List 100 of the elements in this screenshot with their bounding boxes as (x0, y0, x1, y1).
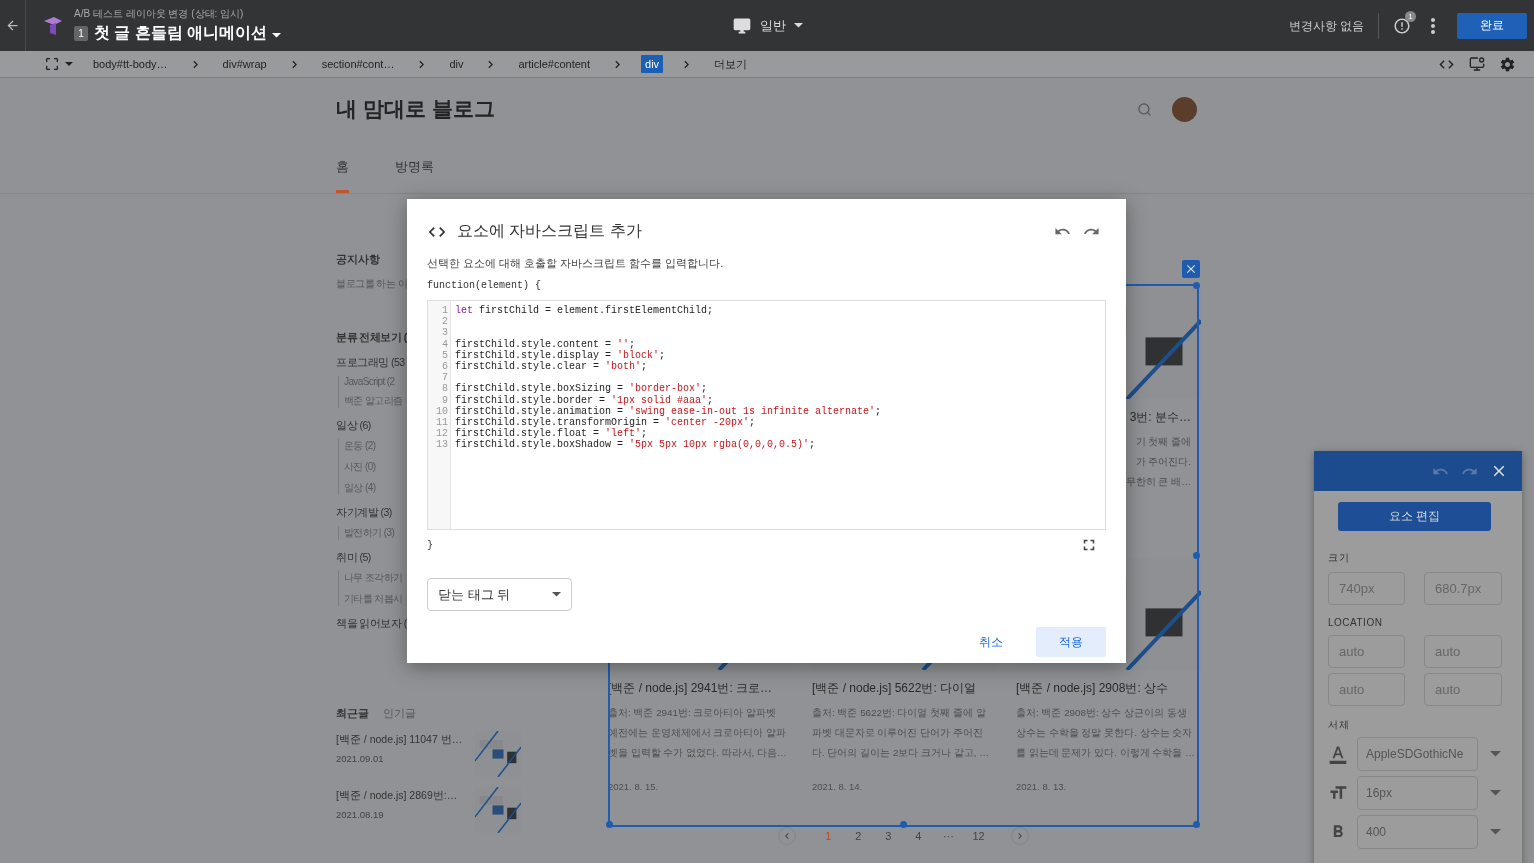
recent-post-link[interactable]: [백준 / node.js] 11047 번… (336, 731, 471, 747)
code-line: firstChild.style.display = 'block'; (455, 349, 667, 361)
view-mode-dropdown[interactable]: 일반 (725, 14, 809, 37)
recent-tab[interactable]: 최근글 (336, 706, 369, 721)
line-number: 4 (442, 338, 449, 350)
resize-handle[interactable] (1193, 821, 1200, 828)
apply-button[interactable]: 적용 (1036, 627, 1106, 657)
alert-button[interactable] (1393, 16, 1411, 35)
logo-icon (42, 14, 64, 37)
breadcrumb-item[interactable]: body#tt-body… (89, 55, 172, 73)
code-line: firstChild.style.float = 'left'; (455, 428, 648, 440)
caret-icon (552, 592, 561, 597)
line-number: 11 (436, 417, 449, 429)
title-dropdown[interactable]: 첫 글 흔들림 애니메이션 (94, 23, 282, 44)
blog-tab[interactable]: 방명록 (395, 158, 434, 193)
post-date: 2021. 8. 13. (1016, 781, 1068, 792)
code-line: firstChild.style.border = '1px solid #aaa'; (455, 394, 715, 406)
category-all-link[interactable]: 분류 전체보기 ( (336, 331, 407, 345)
font-field[interactable]: 400 (1357, 815, 1478, 849)
resize-handle[interactable] (606, 821, 613, 828)
line-number: 13 (436, 439, 449, 451)
location-label: LOCATION (1328, 617, 1384, 628)
line-number: 1 (442, 305, 449, 317)
caret-icon (272, 33, 282, 38)
size-label: 크기 (1328, 551, 1350, 565)
font-field[interactable]: 16px (1357, 776, 1478, 810)
breadcrumb-item[interactable]: section#cont… (317, 55, 399, 73)
edit-element-button[interactable]: 요소 편집 (1338, 502, 1491, 531)
font-color-icon (1328, 744, 1348, 764)
dialog-description: 선택한 요소에 대해 호출할 자바스크립트 함수를 입력합니다. (427, 256, 725, 271)
excerpt-line: 출처: 백준 2941번: 크로아티아 알파벳 (608, 706, 777, 720)
recent-tab[interactable]: 인기글 (383, 706, 416, 721)
post-date: 2021. 8. 14. (812, 781, 864, 792)
code-line: firstChild.style.boxSizing = 'border-box'; (455, 383, 709, 395)
resize-handle[interactable] (1193, 551, 1200, 559)
excerpt-line: 를 읽는데 문제가 있다. 이렇게 수학을 … (1016, 746, 1195, 760)
page-link[interactable]: 4 (908, 830, 929, 842)
avatar[interactable] (1172, 96, 1197, 122)
blog-tab[interactable]: 홈 (336, 158, 349, 193)
subcategory-link[interactable]: JavaScript (2 (344, 376, 395, 387)
category-link[interactable]: 자기계발 (3) (336, 506, 392, 520)
close-icon (1184, 262, 1198, 276)
recent-post-date: 2021.09.01 (336, 753, 385, 764)
settings-icon[interactable] (1499, 55, 1516, 73)
version-badge: 1 (74, 26, 88, 41)
category-link[interactable]: 일상 (6) (336, 419, 371, 433)
breadcrumb-item[interactable]: 더보기 (710, 53, 752, 75)
position-select[interactable]: 닫는 태그 뒤 (427, 578, 572, 611)
code-line: firstChild.style.content = ''; (455, 338, 637, 350)
page-link[interactable]: 2 (848, 830, 869, 842)
dialog-title: 요소에 자바스크립트 추가 (457, 221, 643, 241)
breadcrumb-item[interactable]: article#content (514, 55, 594, 73)
post-title[interactable]: [백준 / node.js] 2908번: 상수 (1016, 680, 1169, 697)
function-signature: function(element) { (427, 280, 543, 291)
more-icon (1431, 17, 1435, 34)
frame-select-button[interactable] (44, 56, 73, 72)
code-line: firstChild.style.transformOrigin = 'center -20px'; (455, 416, 757, 428)
resize-handle[interactable] (899, 821, 907, 828)
breadcrumb-item[interactable]: div (445, 55, 468, 73)
notice-heading: 공지사항 (336, 252, 380, 267)
caret-icon[interactable] (1490, 790, 1501, 796)
search-icon[interactable] (1137, 101, 1152, 117)
post-title[interactable]: [백준 / node.js] 5622번: 다이얼 (812, 680, 977, 697)
font-field[interactable]: AppleSDGothicNe (1357, 737, 1478, 771)
caret-icon (793, 23, 803, 28)
alert-icon (1393, 16, 1411, 35)
cancel-button[interactable]: 취소 (956, 627, 1026, 657)
category-link[interactable]: 책을 읽어보자 ( (336, 617, 407, 631)
close-button[interactable] (1182, 260, 1200, 278)
post-title[interactable]: 3번: 분수… (1129, 409, 1191, 426)
experiment-name: A/B 테스트 레이아웃 변경 (상태: 임시) (74, 7, 245, 21)
more-button[interactable] (1431, 17, 1435, 34)
done-button[interactable]: 완료 (1457, 12, 1527, 39)
line-number: 6 (442, 361, 449, 373)
recent-post-link[interactable]: [백준 / node.js] 2869번:… (336, 787, 471, 803)
line-number: 2 (442, 316, 449, 328)
page-link[interactable]: 12 (968, 830, 989, 842)
line-number: 7 (442, 372, 449, 384)
breadcrumb-item[interactable]: div (641, 55, 664, 73)
monitor-icon[interactable] (1469, 56, 1485, 72)
caret-icon[interactable] (1490, 751, 1501, 757)
code-line: firstChild.style.clear = 'both'; (455, 360, 649, 373)
caret-icon (65, 62, 73, 66)
caret-icon[interactable] (1490, 829, 1501, 835)
category-link[interactable]: 취미 (5) (336, 551, 371, 565)
font-label: 서체 (1328, 718, 1350, 732)
subcategory-link[interactable]: 발전하기 (3) (344, 526, 395, 540)
resize-handle[interactable] (1193, 282, 1200, 289)
line-number: 8 (442, 383, 449, 395)
category-link[interactable]: 프로그래밍 (53 (336, 356, 405, 370)
frame-icon (44, 56, 60, 72)
alert-count-badge: 1 (1405, 10, 1416, 22)
excerpt-line: 출처: 백준 2908번: 상수 상근이의 동생 (1016, 706, 1187, 720)
excerpt-line: 상수는 수학을 정말 못한다. 상수는 숫자 (1016, 726, 1193, 740)
breadcrumb-item[interactable]: div#wrap (218, 55, 271, 73)
page-link[interactable]: ··· (938, 830, 959, 842)
page-link[interactable]: 3 (878, 830, 899, 842)
back-arrow-icon (5, 18, 20, 33)
line-number: 5 (442, 349, 449, 361)
code-editor[interactable] (427, 300, 1106, 530)
